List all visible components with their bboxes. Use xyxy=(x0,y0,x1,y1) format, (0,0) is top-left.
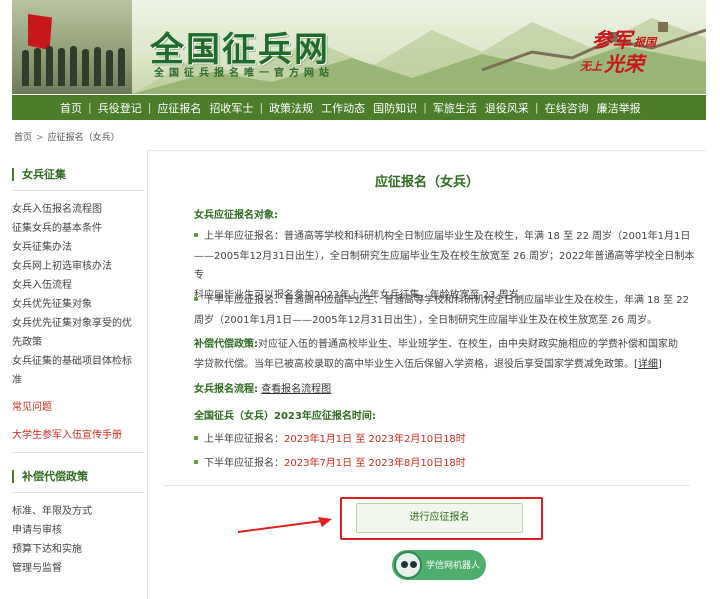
nav-enlistment[interactable]: 应征报名 xyxy=(157,100,201,116)
sidebar: 女兵征集 女兵入伍报名流程图 征集女兵的基本条件 女兵征集办法 女兵网上初选审核… xyxy=(0,150,148,599)
policy-detail-link[interactable]: [详细] xyxy=(634,359,662,370)
sidebar-link[interactable]: 申请与审核 xyxy=(12,521,140,540)
nav-defense-knowledge[interactable]: 国防知识 xyxy=(373,100,417,116)
sidebar-section-compensation: 补偿代偿政策 xyxy=(12,470,88,483)
robot-icon xyxy=(394,551,422,579)
flag-icon xyxy=(28,14,52,50)
site-slogan: 全国征兵报名唯一官方网站 xyxy=(154,68,334,79)
process-row: 女兵报名流程: 查看报名流程图 xyxy=(194,380,696,400)
bullet-icon xyxy=(194,297,198,301)
sidebar-link[interactable]: 女兵网上初选审核办法 xyxy=(12,257,140,276)
nav-veterans[interactable]: 退役风采 xyxy=(485,100,529,116)
nav-online-consult[interactable]: 在线咨询 xyxy=(545,100,589,116)
process-flowchart-link[interactable]: 查看报名流程图 xyxy=(261,384,331,395)
apply-enlistment-button[interactable]: 进行应征报名 xyxy=(356,503,523,533)
time-first-value: 2023年1月1日 至 2023年2月10日18时 xyxy=(284,434,466,445)
bullet-icon xyxy=(194,233,198,237)
nav-separator: | xyxy=(534,101,539,114)
banner-slogan-line2: 无上 光荣 xyxy=(580,52,644,76)
divider xyxy=(12,190,144,191)
time-section-title: 全国征兵（女兵）2023年应征报名时间: xyxy=(194,411,376,422)
time-second-value: 2023年7月1日 至 2023年8月10日18时 xyxy=(284,458,466,469)
nav-service-registration[interactable]: 兵役登记 xyxy=(98,100,142,116)
process-label: 女兵报名流程: xyxy=(194,384,258,395)
page-title: 应征报名（女兵） xyxy=(374,175,479,190)
sidebar-section-women-recruit: 女兵征集 xyxy=(12,168,66,181)
sidebar-link-faq[interactable]: 常见问题 xyxy=(12,398,140,417)
nav-separator: | xyxy=(259,101,264,114)
breadcrumb: 首页 > 应征报名（女兵） xyxy=(14,130,120,143)
sidebar-link[interactable]: 女兵优先征集对象 xyxy=(12,295,140,314)
nav-policy[interactable]: 政策法规 xyxy=(269,100,313,116)
nav-separator: | xyxy=(423,101,427,114)
nav-separator: | xyxy=(88,101,92,114)
breadcrumb-arrow: > xyxy=(36,133,44,143)
bullet-icon xyxy=(194,436,198,440)
main-nav: 首页 | 兵役登记 | 应征报名 招收军士 | 政策法规 工作动态 国防知识 |… xyxy=(12,95,706,120)
second-half-paragraph: 下半年应征报名：普通高中应届毕业生、普通高等学校和科研机构全日制应届毕业生及在校… xyxy=(194,295,689,326)
divider xyxy=(164,485,690,486)
target-section-title: 女兵应征报名对象: xyxy=(194,210,278,221)
time-second-half: 下半年应征报名：2023年7月1日 至 2023年8月10日18时 xyxy=(194,454,696,474)
soldiers-photo xyxy=(12,0,132,94)
sidebar-link[interactable]: 标准、年限及方式 xyxy=(12,502,140,521)
red-arrow-annotation xyxy=(237,517,332,533)
sidebar-link[interactable]: 女兵入伍流程 xyxy=(12,276,140,295)
bullet-icon xyxy=(194,460,198,464)
divider xyxy=(12,492,144,493)
sidebar-link-student-handbook[interactable]: 大学生参军入伍宣传手册 xyxy=(12,426,140,445)
nav-nco-recruit[interactable]: 招收军士 xyxy=(209,100,253,116)
chatbot-label: 学信网机器人 xyxy=(426,561,481,571)
chatbot-button[interactable]: 学信网机器人 xyxy=(392,550,486,580)
sidebar-link[interactable]: 管理与监督 xyxy=(12,559,140,578)
policy-paragraph: 补偿代偿政策:对应征入伍的普通高校毕业生、毕业班学生、在校生，由中央财政实施相应… xyxy=(194,339,678,370)
breadcrumb-current: 应征报名（女兵） xyxy=(47,133,120,143)
sidebar-link[interactable]: 准 xyxy=(12,371,140,390)
time-first-half: 上半年应征报名：2023年1月1日 至 2023年2月10日18时 xyxy=(194,430,696,450)
sidebar-link[interactable]: 预算下达和实施 xyxy=(12,540,140,559)
sidebar-link[interactable]: 征集女兵的基本条件 xyxy=(12,219,140,238)
nav-separator: | xyxy=(147,101,152,114)
sidebar-link[interactable]: 女兵优先征集对象享受的优 xyxy=(12,314,140,333)
sidebar-link[interactable]: 女兵入伍报名流程图 xyxy=(12,200,140,219)
sidebar-link[interactable]: 女兵征集的基础项目体检标 xyxy=(12,352,140,371)
nav-report[interactable]: 廉洁举报 xyxy=(597,100,641,116)
site-banner: 全国征兵网 全国征兵报名唯一官方网站 参军 报国 无上 光荣 xyxy=(12,0,706,94)
sidebar-link[interactable]: 先政策 xyxy=(12,333,140,352)
policy-label: 补偿代偿政策: xyxy=(194,339,258,350)
divider xyxy=(12,452,144,453)
nav-work-news[interactable]: 工作动态 xyxy=(321,100,365,116)
nav-home[interactable]: 首页 xyxy=(60,100,82,116)
main-content: 应征报名（女兵） 女兵应征报名对象: 上半年应征报名：普通高等学校和科研机构全日… xyxy=(148,150,706,599)
breadcrumb-home[interactable]: 首页 xyxy=(14,133,32,143)
sidebar-link[interactable]: 女兵征集办法 xyxy=(12,238,140,257)
nav-military-life[interactable]: 军旅生活 xyxy=(433,100,477,116)
